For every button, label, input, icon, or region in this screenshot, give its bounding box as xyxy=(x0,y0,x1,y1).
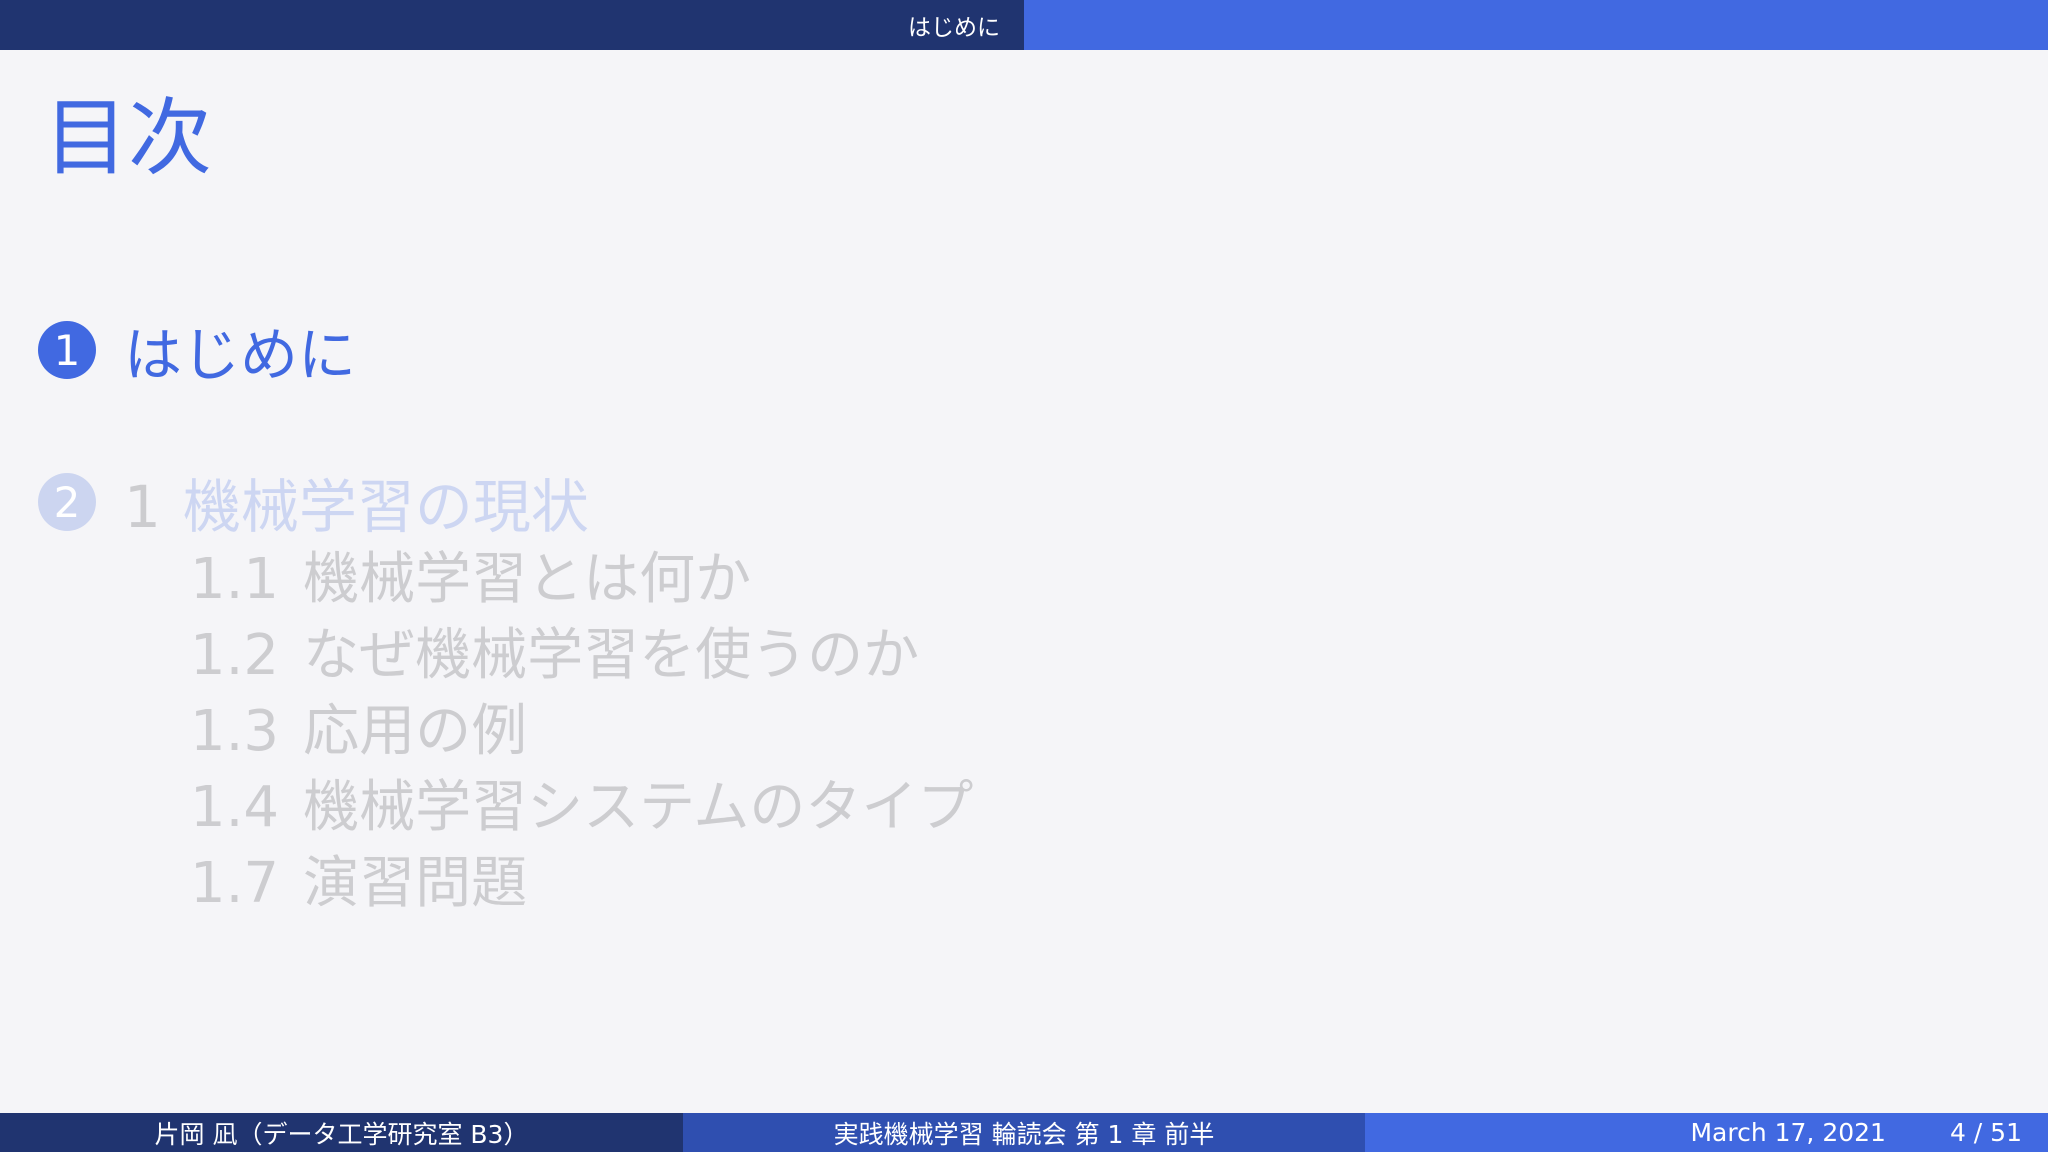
footer-talk-title: 実践機械学習 輪読会 第 1 章 前半 xyxy=(833,1119,1215,1149)
subsection-number: 1.3 xyxy=(190,699,280,764)
subsection-title: 機械学習システムのタイプ xyxy=(303,775,974,840)
footer-date: March 17, 2021 xyxy=(1690,1118,1886,1147)
current-section-bar: はじめに xyxy=(0,0,1024,50)
section-number-badge: 2 xyxy=(38,473,96,531)
footer-author-block: 片岡 凪（データ工学研究室 B3） xyxy=(0,1113,683,1152)
subsection-number: 1.1 xyxy=(190,547,280,612)
page-number: 4 / 51 xyxy=(1949,1118,2022,1147)
subsection-title: 応用の例 xyxy=(303,699,528,764)
toc-subsection-1-1[interactable]: 1.1 機械学習とは何か xyxy=(190,542,751,618)
section-title: はじめに xyxy=(124,321,357,389)
toc-subsection-1-3[interactable]: 1.3 応用の例 xyxy=(190,694,527,770)
current-section-label[interactable]: はじめに xyxy=(908,8,1000,42)
toc-subsection-1-2[interactable]: 1.2 なぜ機械学習を使うのか xyxy=(190,618,919,694)
subsection-number: 1.2 xyxy=(190,623,280,688)
top-bar-right xyxy=(1024,0,2048,50)
subsection-title: 機械学習とは何か xyxy=(303,547,752,612)
subsection-number: 1.4 xyxy=(190,775,280,840)
subsection-title: なぜ機械学習を使うのか xyxy=(303,623,920,688)
subsection-title: 演習問題 xyxy=(303,851,528,916)
subsection-number: 1.7 xyxy=(190,851,280,916)
toc-section-2[interactable]: 2 1 機械学習の現状 xyxy=(38,462,589,542)
section-title: 機械学習の現状 xyxy=(182,473,589,541)
footer-title-block: 実践機械学習 輪読会 第 1 章 前半 xyxy=(683,1113,1365,1152)
footer-author: 片岡 凪（データ工学研究室 B3） xyxy=(154,1119,529,1149)
toc-section-1[interactable]: 1 はじめに xyxy=(38,310,356,390)
top-navigation-bar: はじめに xyxy=(0,0,2048,50)
slide-title: 目次 xyxy=(44,89,213,187)
footer-bar: 片岡 凪（データ工学研究室 B3） 実践機械学習 輪読会 第 1 章 前半 Ma… xyxy=(0,1113,2048,1152)
chapter-number: 1 xyxy=(124,473,161,541)
footer-date-block: March 17, 2021 4 / 51 xyxy=(1365,1113,2048,1152)
section-title-wrapper: 1 機械学習の現状 xyxy=(124,460,589,544)
toc-subsection-1-4[interactable]: 1.4 機械学習システムのタイプ xyxy=(190,770,973,846)
section-number-badge: 1 xyxy=(38,321,96,379)
toc-subsection-1-7[interactable]: 1.7 演習問題 xyxy=(190,846,527,922)
